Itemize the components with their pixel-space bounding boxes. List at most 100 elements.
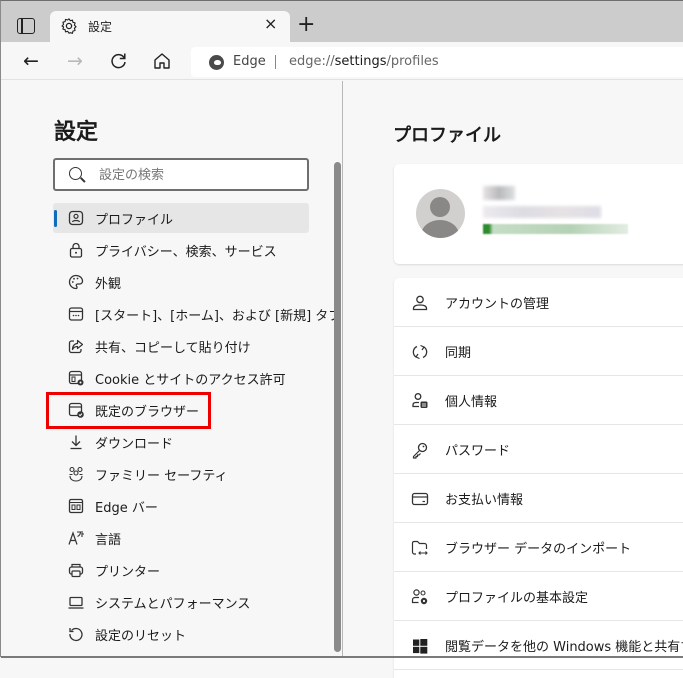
window-bottom-edge <box>1 656 683 658</box>
site-permissions-icon <box>67 369 85 387</box>
url-text[interactable]: edge://settings/profiles <box>289 54 439 69</box>
edge-logo-icon <box>209 55 224 70</box>
sidebar-item-reset-settings[interactable]: 設定のリセット <box>53 619 309 649</box>
profile-card <box>394 164 683 264</box>
new-tab-button[interactable]: + <box>297 14 315 36</box>
refresh-button[interactable] <box>108 50 130 72</box>
sidebar-scrollbar[interactable] <box>334 162 341 652</box>
list-item-label: ブラウザー データのインポート <box>445 542 632 557</box>
language-icon <box>67 529 85 547</box>
sidebar-item-label: 設定のリセット <box>95 629 187 644</box>
reset-icon <box>67 625 85 643</box>
edge-bar-icon <box>67 497 85 515</box>
home-icon <box>154 53 170 69</box>
tab-settings[interactable]: 設定 × <box>50 11 290 43</box>
toolbar: ← → Edge edge://settings/profiles <box>1 42 683 80</box>
profile-icon <box>67 209 85 227</box>
import-icon <box>410 538 430 558</box>
profile-email-blurred <box>483 206 601 218</box>
share-icon <box>67 337 85 355</box>
sidebar-item-system-performance[interactable]: システムとパフォーマンス <box>53 587 309 617</box>
url-host: settings <box>334 54 387 69</box>
address-separator <box>275 55 276 69</box>
sidebar-item-label: 外観 <box>95 277 122 292</box>
site-identity[interactable]: Edge <box>233 54 266 69</box>
sidebar-item-privacy[interactable]: プライバシー、検索、サービス <box>53 235 309 265</box>
avatar <box>416 189 465 238</box>
family-icon <box>67 465 85 483</box>
settings-sidebar: 設定 プロファイル プライバシー、検索、サービス 外観 [スタート]、[ホーム]… <box>1 81 341 658</box>
sidebar-item-label: プリンター <box>95 565 161 580</box>
url-prefix: edge:// <box>289 54 335 69</box>
sidebar-item-appearance[interactable]: 外観 <box>53 267 309 297</box>
sidebar-item-label: 言語 <box>95 533 122 548</box>
list-item-manage-account[interactable]: アカウントの管理 <box>394 278 683 327</box>
sidebar-item-languages[interactable]: 言語 <box>53 523 309 553</box>
sidebar-item-label: Edge バー <box>95 501 158 516</box>
list-item-label: 閲覧データを他の Windows 機能と共有す <box>445 640 683 655</box>
profile-settings-list: アカウントの管理 同期 個人情報 パスワード お支払い情報 ブラウザー データの… <box>394 278 683 678</box>
sidebar-item-profiles[interactable]: プロファイル <box>53 203 309 233</box>
close-tab-icon[interactable]: × <box>264 14 277 33</box>
list-item-label: アカウントの管理 <box>445 297 550 312</box>
list-item-passwords[interactable]: パスワード <box>394 425 683 474</box>
key-icon <box>410 440 430 460</box>
sidebar-item-label: 共有、コピーして貼り付け <box>95 341 251 356</box>
sidebar-item-family-safety[interactable]: ファミリー セーフティ <box>53 459 309 489</box>
sidebar-item-label: プロファイル <box>95 213 174 228</box>
windows-icon <box>410 636 430 656</box>
sidebar-item-edge-bar[interactable]: Edge バー <box>53 491 309 521</box>
gear-icon <box>60 17 78 35</box>
refresh-icon <box>111 53 126 69</box>
laptop-icon <box>67 593 85 611</box>
forward-button[interactable]: → <box>64 50 86 72</box>
personal-info-icon <box>410 391 430 411</box>
avatar-body <box>421 220 459 238</box>
list-item-sync[interactable]: 同期 <box>394 327 683 376</box>
sync-status-blurred <box>483 224 628 234</box>
address-bar[interactable]: Edge edge://settings/profiles <box>191 47 683 77</box>
list-item-label: 個人情報 <box>445 395 498 410</box>
list-item-share-with-windows[interactable]: 閲覧データを他の Windows 機能と共有す <box>394 621 683 670</box>
sidebar-item-downloads[interactable]: ダウンロード <box>53 427 309 457</box>
start-page-icon <box>67 305 85 323</box>
sidebar-item-label: [スタート]、[ホーム]、および [新規] タブ <box>95 309 342 324</box>
list-item-label: お支払い情報 <box>445 493 524 508</box>
home-button[interactable] <box>151 50 173 72</box>
profile-name-blurred <box>483 186 515 200</box>
sidebar-item-cookies-site-permissions[interactable]: Cookie とサイトのアクセス許可 <box>53 363 309 393</box>
sidebar-item-label: プライバシー、検索、サービス <box>95 245 277 260</box>
list-item-label: プロファイルの基本設定 <box>445 591 589 606</box>
tab-strip: 設定 × + <box>1 1 683 43</box>
person-icon <box>410 293 430 313</box>
list-item-label: パスワード <box>445 444 511 459</box>
profile-settings-icon <box>410 587 430 607</box>
page-title: プロファイル <box>393 125 501 146</box>
highlight-annotation-box <box>46 392 211 429</box>
sidebar-item-start-home-newtab[interactable]: [スタート]、[ホーム]、および [新規] タブ <box>53 299 341 329</box>
palette-icon <box>67 273 85 291</box>
sidebar-item-label: Cookie とサイトのアクセス許可 <box>95 373 286 388</box>
lock-icon <box>67 241 85 259</box>
sidebar-item-label: ダウンロード <box>95 437 174 452</box>
list-item-payment-info[interactable]: お支払い情報 <box>394 474 683 523</box>
tab-actions-icon[interactable] <box>17 18 35 34</box>
list-item-personal-info[interactable]: 個人情報 <box>394 376 683 425</box>
tab-title: 設定 <box>88 20 113 34</box>
sidebar-item-printers[interactable]: プリンター <box>53 555 309 585</box>
sync-icon <box>410 342 430 362</box>
browser-window: 設定 × + ← → Edge edge://settings/profiles… <box>0 0 683 678</box>
search-input[interactable] <box>99 165 299 185</box>
list-item-profile-preferences[interactable]: プロファイルの基本設定 <box>394 572 683 621</box>
sidebar-title: 設定 <box>54 120 99 145</box>
back-button[interactable]: ← <box>20 50 42 72</box>
settings-content: プロファイル アカウントの管理 同期 個人情報 パスワード お支払い情報 ブラウ… <box>343 81 683 678</box>
search-icon <box>69 167 82 180</box>
url-path: /profiles <box>386 54 439 69</box>
sidebar-item-label: システムとパフォーマンス <box>95 597 251 612</box>
download-icon <box>67 433 85 451</box>
settings-search[interactable] <box>53 158 309 191</box>
sidebar-item-label: ファミリー セーフティ <box>95 469 228 484</box>
sidebar-item-share-copy-paste[interactable]: 共有、コピーして貼り付け <box>53 331 309 361</box>
list-item-import-browser-data[interactable]: ブラウザー データのインポート <box>394 523 683 572</box>
